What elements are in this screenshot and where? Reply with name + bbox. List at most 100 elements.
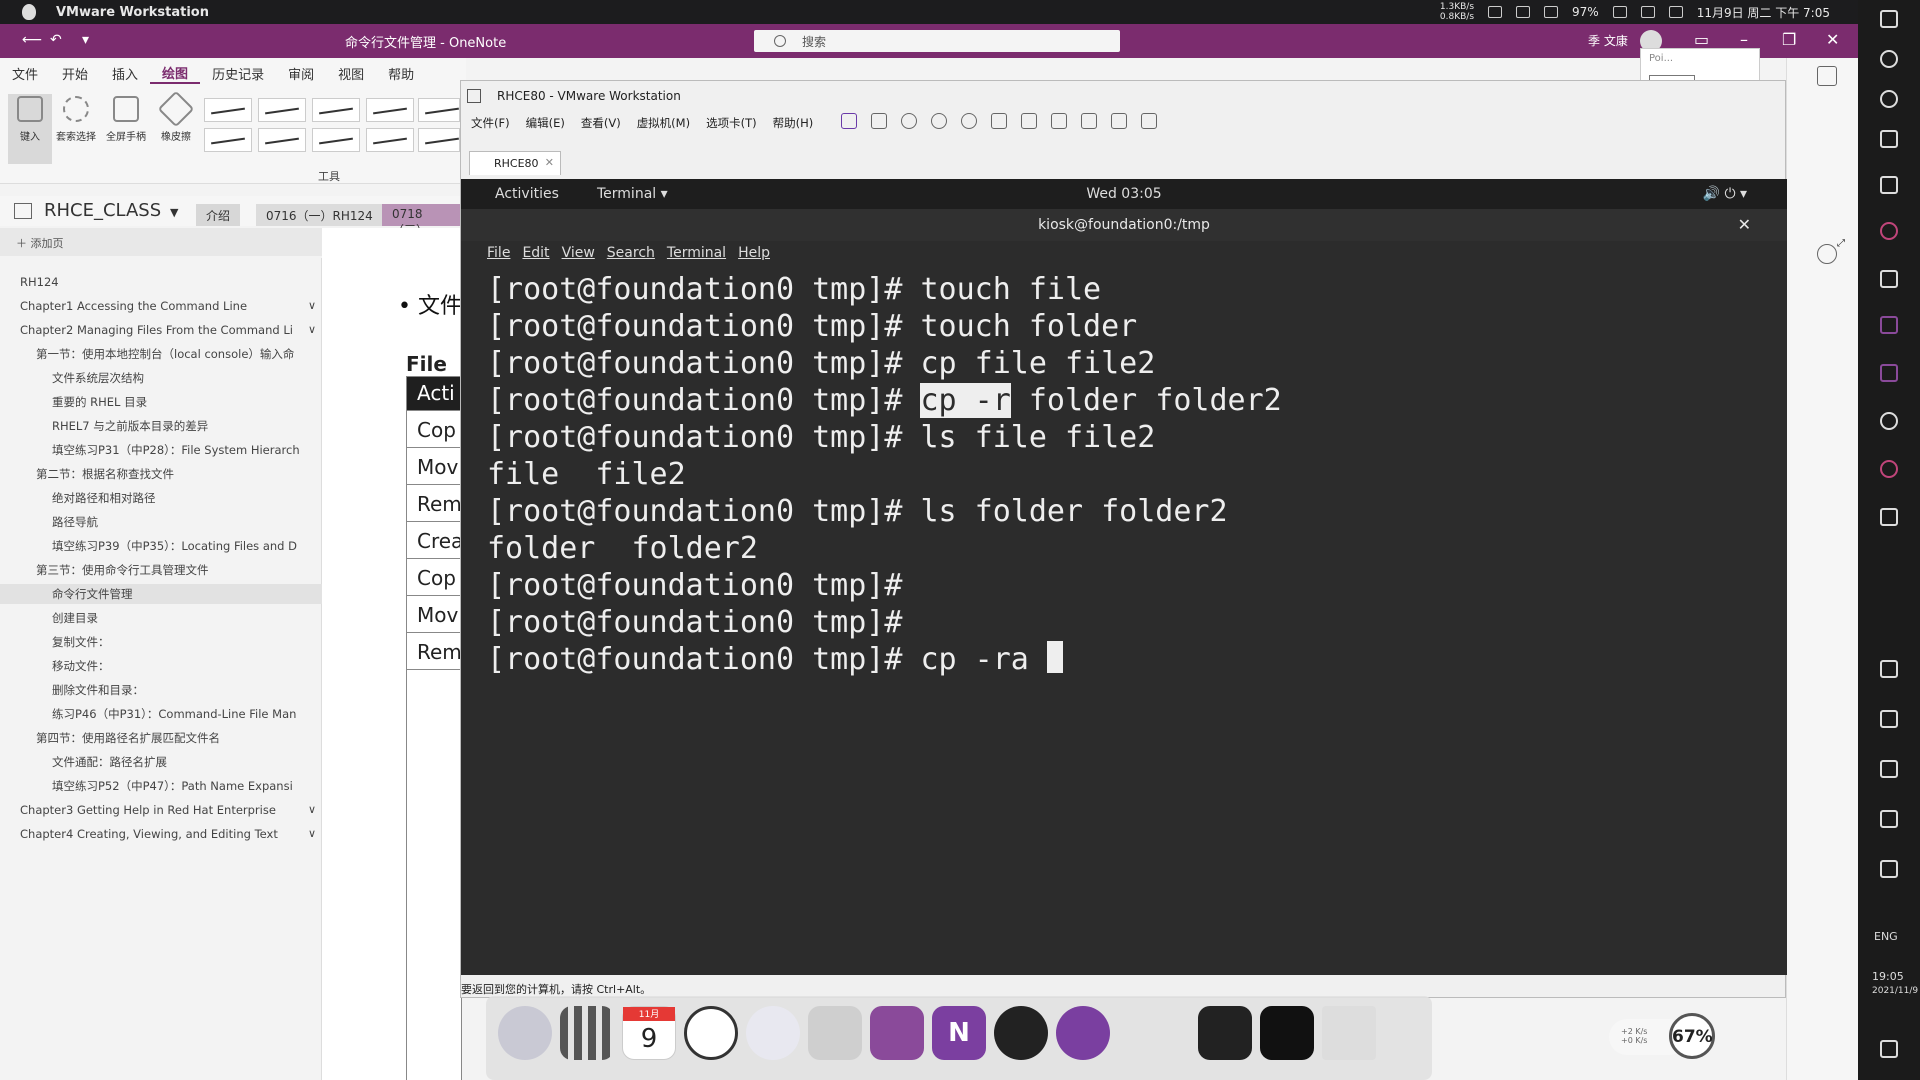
chevron-down-icon[interactable]: ∨ <box>308 824 316 844</box>
close-icon[interactable]: ✕ <box>545 156 554 169</box>
page-list-item[interactable]: Chapter2 Managing Files From the Command… <box>0 320 322 340</box>
battery-icon[interactable] <box>1880 660 1898 678</box>
page-list-item[interactable]: 文件系统层次结构 <box>0 368 322 388</box>
view-icon[interactable] <box>991 113 1007 129</box>
snapshot-icon[interactable] <box>901 113 917 129</box>
menu-insert[interactable]: 插入 <box>100 64 150 83</box>
page-list-item[interactable]: 第四节：使用路径名扩展匹配文件名 <box>0 728 322 748</box>
guest-screen[interactable]: Activities Terminal ▾ Wed 03:05 🔊 ⏻ ▾ ki… <box>461 179 1787 1059</box>
page-list-item[interactable]: 复制文件： <box>0 632 322 652</box>
lasso-tool-button[interactable]: 套索选择 <box>54 94 98 164</box>
close-icon[interactable]: ✕ <box>1738 215 1751 234</box>
page-list-item[interactable]: 填空练习P39（中P35）：Locating Files and D <box>0 536 322 556</box>
app-icon[interactable] <box>1880 176 1898 194</box>
terminal-output[interactable]: [root@foundation0 tmp]# touch file [root@… <box>487 271 1747 678</box>
pen-swatch[interactable] <box>258 98 306 122</box>
search-icon[interactable] <box>1640 6 1655 18</box>
menu-history[interactable]: 历史记录 <box>200 64 276 83</box>
back-icon[interactable]: ⟵ <box>22 32 42 48</box>
app-icon[interactable] <box>1880 508 1898 526</box>
gnome-clock[interactable]: Wed 03:05 <box>461 186 1787 202</box>
console-icon[interactable] <box>1111 113 1127 129</box>
chevron-down-icon[interactable]: ▼ <box>170 206 178 219</box>
customize-icon[interactable]: ▾ <box>82 32 89 48</box>
chevron-down-icon[interactable]: ∨ <box>308 296 316 316</box>
system-menu-icon[interactable]: 🔊 ⏻ ▾ <box>1703 186 1747 202</box>
chevron-down-icon[interactable]: ∨ <box>308 320 316 340</box>
type-tool-button[interactable]: 键入 <box>8 94 52 164</box>
undo-icon[interactable]: ↶ <box>50 32 62 48</box>
app-icon[interactable] <box>1880 412 1898 430</box>
term-menu-file[interactable]: File <box>487 245 510 261</box>
page-list-item[interactable]: 删除文件和目录： <box>0 680 322 700</box>
send-keys-icon[interactable] <box>871 113 887 129</box>
page-list-item[interactable]: 移动文件： <box>0 656 322 676</box>
chevron-down-icon[interactable]: ∨ <box>308 800 316 820</box>
page-list-item[interactable]: 创建目录 <box>0 608 322 628</box>
page-list-item[interactable]: 填空练习P52（中P47）：Path Name Expansi <box>0 776 322 796</box>
expand-icon[interactable]: ⤢ <box>1837 238 1857 258</box>
section-tab[interactable]: 0718（三） <box>382 204 460 237</box>
vm-menu-help[interactable]: 帮助(H) <box>773 115 814 131</box>
hand-tool-button[interactable]: 全屏手柄 <box>104 94 148 164</box>
bluetooth-icon[interactable] <box>1488 6 1503 18</box>
apple-icon[interactable] <box>22 4 36 20</box>
search-icon[interactable] <box>1880 50 1898 68</box>
page-list-item[interactable]: Chapter3 Getting Help in Red Hat Enterpr… <box>0 800 322 820</box>
notebook-name[interactable]: RHCE_CLASS <box>44 200 161 221</box>
onenote-icon[interactable] <box>1880 316 1898 334</box>
term-menu-search[interactable]: Search <box>607 245 655 261</box>
battery-level[interactable]: 97% <box>1572 5 1599 19</box>
vm-menu-file[interactable]: 文件(F) <box>471 115 510 131</box>
minimize-icon[interactable]: – <box>1740 30 1748 49</box>
cortana-icon[interactable] <box>1880 90 1898 108</box>
menu-help[interactable]: 帮助 <box>376 64 426 83</box>
wireshark-icon[interactable] <box>808 1006 862 1060</box>
menu-draw[interactable]: 绘图 <box>150 63 201 84</box>
snapshot-manager-icon[interactable] <box>961 113 977 129</box>
check-icon[interactable] <box>1880 270 1898 288</box>
search-icon[interactable] <box>1817 244 1837 264</box>
add-page-button[interactable]: ＋ 添加页 <box>0 228 322 256</box>
pen-swatch[interactable] <box>418 128 460 152</box>
page-list-item[interactable]: 第二节：根据名称查找文件 <box>0 464 322 484</box>
page-list-item[interactable]: Chapter4 Creating, Viewing, and Editing … <box>0 824 322 844</box>
user-name[interactable]: 季 文康 <box>1588 32 1628 49</box>
revert-icon[interactable] <box>931 113 947 129</box>
term-menu-terminal[interactable]: Terminal <box>667 245 726 261</box>
terminal-app-icon[interactable] <box>1260 1006 1314 1060</box>
launchpad-icon[interactable] <box>560 1006 614 1060</box>
feishu-icon[interactable] <box>746 1006 800 1060</box>
notebook-icon[interactable] <box>14 203 32 219</box>
calendar-icon[interactable]: 11月 9 <box>622 1006 676 1060</box>
screen-app-icon[interactable] <box>1198 1006 1252 1060</box>
view-icon[interactable] <box>1021 113 1037 129</box>
terminal-window[interactable]: kiosk@foundation0:/tmp ✕ File Edit View S… <box>461 209 1787 975</box>
onenote-icon[interactable]: N <box>932 1006 986 1060</box>
page-list-item[interactable]: 绝对路径和相对路径 <box>0 488 322 508</box>
term-menu-view[interactable]: View <box>562 245 595 261</box>
task-view-icon[interactable] <box>1880 130 1898 148</box>
unity-icon[interactable] <box>1081 113 1097 129</box>
selected-text[interactable]: cp -r <box>920 383 1011 418</box>
windows-start-icon[interactable] <box>1880 10 1898 28</box>
tray-icon[interactable] <box>1880 760 1898 778</box>
tray-icon[interactable] <box>1880 810 1898 828</box>
page-list-item[interactable]: 第三节：使用命令行工具管理文件 <box>0 560 322 580</box>
vmware-icon[interactable] <box>870 1006 924 1060</box>
pen-swatch[interactable] <box>366 98 414 122</box>
pen-swatch[interactable] <box>204 128 252 152</box>
active-app-name[interactable]: VMware Workstation <box>56 5 209 20</box>
vm-menu-vm[interactable]: 虚拟机(M) <box>637 115 690 131</box>
vmware-icon[interactable] <box>1880 364 1898 382</box>
trash-icon[interactable] <box>1322 1006 1376 1060</box>
menu-view[interactable]: 视图 <box>326 64 376 83</box>
page-list-item[interactable]: 文件通配：路径名扩展 <box>0 752 322 772</box>
menu-review[interactable]: 审阅 <box>276 64 326 83</box>
section-tab[interactable]: 介绍 <box>196 204 241 226</box>
page-list-item[interactable]: 重要的 RHEL 目录 <box>0 392 322 412</box>
section-tab[interactable]: 0716（一）RH124 <box>256 204 383 226</box>
close-icon[interactable]: ✕ <box>1826 30 1839 49</box>
page-list-item[interactable]: 练习P46（中P31）：Command-Line File Man <box>0 704 322 724</box>
pen-swatch[interactable] <box>258 128 306 152</box>
